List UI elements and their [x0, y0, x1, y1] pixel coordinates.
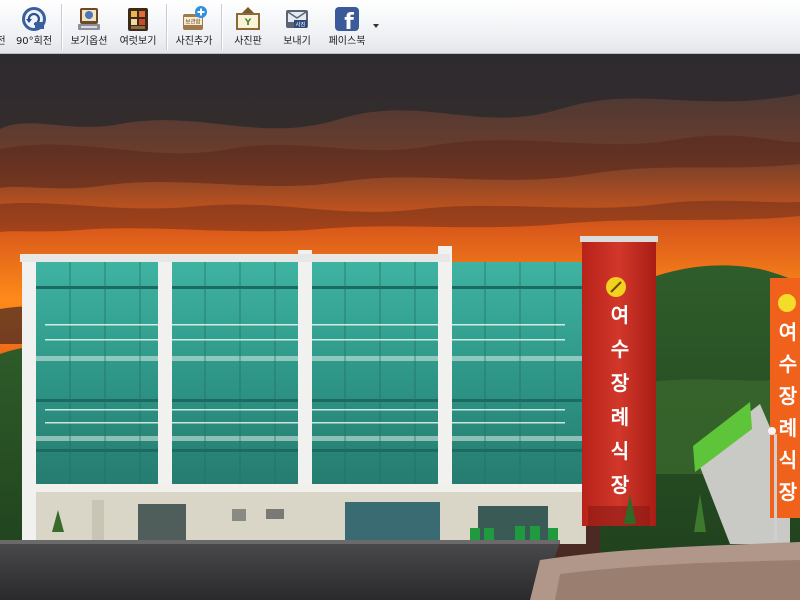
toolbar: 전 90°회전 보기옵션 여럿보기 보관함 사진추가 Y 사진판 사진 보내기 … — [0, 0, 800, 54]
partial-left-button[interactable]: 전 — [0, 5, 6, 51]
partial-left-label: 전 — [0, 36, 6, 47]
facebook-icon-text: f — [344, 10, 354, 33]
multi-view-button[interactable]: 여럿보기 — [117, 5, 159, 51]
photo-board-icon-text: Y — [244, 18, 252, 28]
add-photo-icon-text: 보관함 — [185, 18, 200, 26]
main-sign-char: 장 — [611, 473, 630, 497]
toolbar-separator — [221, 4, 222, 50]
multi-view-label: 여럿보기 — [119, 36, 157, 47]
main-sign-char: 수 — [611, 337, 629, 361]
photo-board-icon: Y — [236, 7, 260, 30]
main-sign-char: 식 — [611, 439, 629, 463]
dropdown-arrow-shape — [373, 24, 379, 28]
photo-board-button[interactable]: Y 사진판 — [230, 5, 266, 51]
side-sign-char: 식 — [779, 448, 797, 472]
side-sign-char: 수 — [779, 352, 797, 376]
partial-icon — [0, 5, 6, 33]
view-options-icon — [78, 8, 100, 30]
send-button[interactable]: 사진 보내기 — [279, 5, 315, 51]
side-sign-char: 례 — [779, 416, 797, 440]
send-icon: 사진 — [286, 10, 308, 29]
add-photo-label: 사진추가 — [175, 36, 213, 47]
dropdown-arrow-icon[interactable] — [372, 22, 380, 30]
main-sign-char: 여 — [611, 303, 629, 327]
photo-viewer[interactable]: 여 수 장 례 식 장 여 수 장 례 식 장 — [0, 54, 800, 600]
send-label: 보내기 — [283, 36, 311, 47]
photo-board-label: 사진판 — [234, 36, 262, 47]
facebook-button[interactable]: f 페이스북 — [326, 5, 368, 51]
rotate-icon — [22, 7, 46, 31]
side-sign-char: 장 — [779, 480, 798, 504]
side-sign-char: 여 — [779, 320, 797, 344]
road — [0, 542, 560, 600]
photo-image: 여 수 장 례 식 장 여 수 장 례 식 장 — [0, 54, 800, 600]
side-sign-char: 장 — [779, 384, 798, 408]
facebook-label: 페이스북 — [328, 36, 366, 47]
view-options-label: 보기옵션 — [70, 36, 108, 47]
rotate-90-label: 90°회전 — [15, 36, 53, 47]
send-icon-text: 사진 — [295, 21, 305, 29]
main-sign: 여 수 장 례 식 장 — [580, 236, 658, 526]
building — [20, 246, 586, 544]
toolbar-separator — [61, 4, 62, 50]
add-photo-icon: 보관함 — [183, 6, 207, 30]
facebook-icon: f — [335, 7, 359, 33]
rotate-90-button[interactable]: 90°회전 — [16, 5, 52, 51]
view-options-button[interactable]: 보기옵션 — [68, 5, 110, 51]
main-sign-char: 례 — [611, 405, 629, 429]
add-photo-button[interactable]: 보관함 사진추가 — [172, 5, 216, 51]
toolbar-separator — [166, 4, 167, 50]
main-sign-char: 장 — [611, 371, 630, 395]
multi-view-icon — [128, 8, 148, 31]
